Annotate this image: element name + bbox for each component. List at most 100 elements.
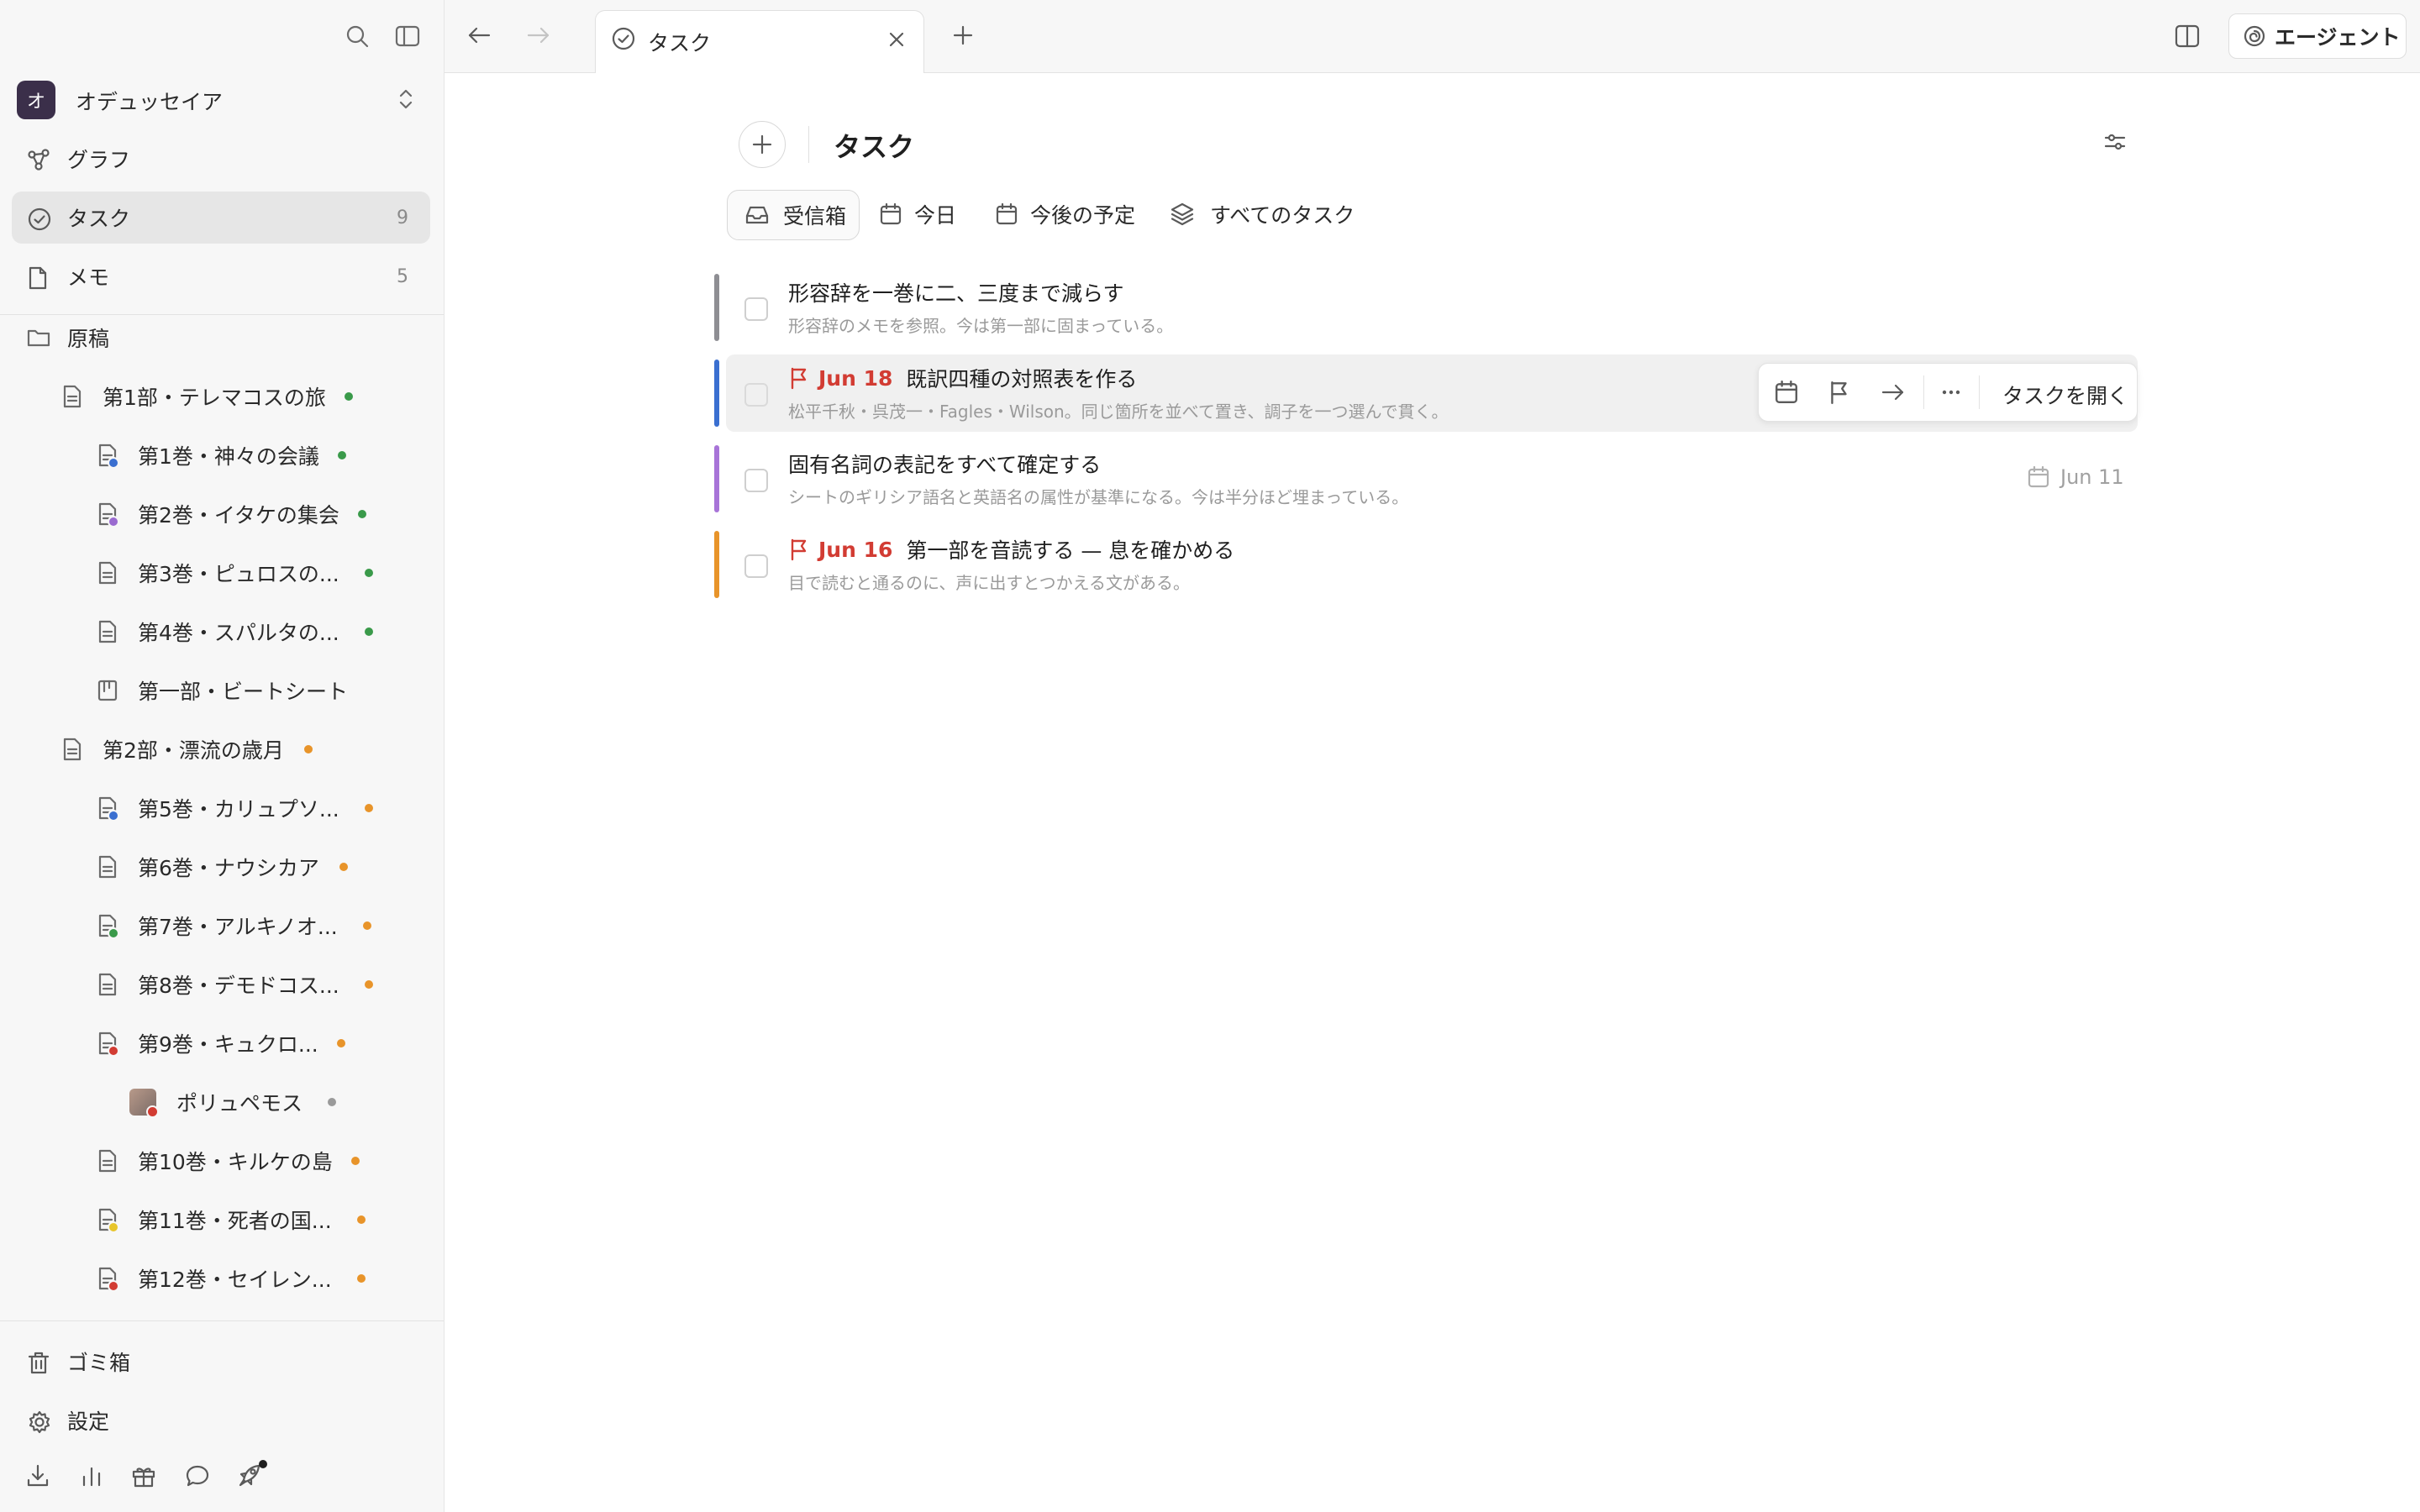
- nav-notes[interactable]: メモ 5: [12, 250, 430, 302]
- tree-item[interactable]: 第12巻・セイレン...: [97, 1257, 366, 1299]
- status-dot: [364, 804, 373, 812]
- folder-manuscript[interactable]: 原稿: [27, 317, 109, 359]
- tree-item[interactable]: 第1巻・神々の会議: [97, 434, 346, 476]
- stats-icon[interactable]: [79, 1463, 104, 1488]
- agent-button[interactable]: エージェント: [2228, 13, 2407, 59]
- filter-upcoming[interactable]: 今後の予定: [995, 190, 1135, 239]
- status-dot: [364, 627, 373, 636]
- calendar-icon: [995, 202, 1018, 226]
- topbar: タスク エージェント: [445, 0, 2420, 74]
- tree-item[interactable]: 第5巻・カリュプソ...: [97, 787, 373, 829]
- task-checkbox[interactable]: [744, 554, 768, 578]
- nav-trash[interactable]: ゴミ箱: [12, 1336, 430, 1388]
- tree-item-label: 第4巻・スパルタの...: [138, 621, 339, 645]
- add-task-button[interactable]: [739, 121, 786, 168]
- check-circle-icon: [611, 26, 636, 51]
- tree-item-label: 第5巻・カリュプソ...: [138, 797, 339, 822]
- tree-item-label: ポリュペモス: [176, 1091, 303, 1116]
- filter-inbox[interactable]: 受信箱: [727, 190, 860, 240]
- task-row[interactable]: Jun 16 第一部を音読する — 息を確かめる 目で読むと通るのに、声に出すと…: [714, 526, 2138, 601]
- document-icon: [97, 973, 118, 996]
- calendar-icon[interactable]: [1774, 380, 1799, 405]
- close-icon[interactable]: [886, 29, 907, 50]
- tree-item[interactable]: 第1部・テレマコスの旅: [62, 375, 353, 417]
- task-row[interactable]: 形容辞を一巻に二、三度まで減らす 形容辞のメモを参照。今は第一部に固まっている。: [714, 269, 2138, 344]
- tree-item[interactable]: 第一部・ビートシート: [97, 669, 348, 711]
- chat-icon[interactable]: [185, 1463, 210, 1488]
- new-tab-icon[interactable]: [950, 23, 976, 48]
- document-icon: [97, 855, 118, 879]
- task-title: 形容辞を一巻に二、三度まで減らす: [788, 281, 1124, 306]
- task-checkbox[interactable]: [744, 469, 768, 492]
- tree-item-label: 第3巻・ピュロスの...: [138, 562, 339, 586]
- nav-tasks[interactable]: タスク 9: [12, 192, 430, 244]
- gift-icon[interactable]: [131, 1463, 156, 1488]
- tree-item[interactable]: 第7巻・アルキノオ...: [97, 905, 371, 947]
- filter-all[interactable]: すべてのタスク: [1170, 190, 1355, 239]
- nav-label: ゴミ箱: [67, 1351, 131, 1375]
- rocket-icon[interactable]: [237, 1460, 267, 1488]
- tree-item-label: 第7巻・アルキノオ...: [138, 915, 338, 939]
- task-hover-toolbar: タスクを開く: [1758, 363, 2138, 422]
- status-dot: [336, 1039, 345, 1047]
- workspace-switcher[interactable]: オ オデュッセイア: [12, 77, 430, 121]
- tree-item[interactable]: 第3巻・ピュロスの...: [97, 552, 373, 594]
- tree-item-label: 第1巻・神々の会議: [138, 444, 319, 469]
- task-date: Jun 18: [818, 365, 893, 391]
- filter-label: 今日: [914, 203, 957, 228]
- download-icon[interactable]: [25, 1463, 50, 1488]
- document-icon: [97, 620, 118, 643]
- tree-item[interactable]: 第2部・漂流の歳月: [62, 728, 313, 770]
- tree-item[interactable]: 第11巻・死者の国...: [97, 1199, 366, 1241]
- flag-icon[interactable]: [1828, 380, 1851, 405]
- due-date-label: Jun 11: [2060, 465, 2124, 489]
- divider: [0, 1320, 444, 1321]
- move-arrow-icon[interactable]: [1880, 380, 1907, 405]
- sidebar: オ オデュッセイア グラフ タスク 9 メモ 5 原稿 第1部・テレマコスの旅 …: [0, 0, 445, 1512]
- document-icon: [62, 385, 82, 408]
- agent-icon: [2243, 24, 2266, 48]
- task-description: 松平千秋・呉茂一・Fagles・Wilson。同じ箇所を並べて置き、調子を一つ選…: [788, 402, 1449, 422]
- count-badge: 5: [397, 265, 408, 287]
- nav-settings[interactable]: 設定: [12, 1394, 430, 1446]
- task-title-row: Jun 16 第一部を音読する — 息を確かめる: [788, 534, 1234, 564]
- layers-icon: [1170, 202, 1195, 227]
- forward-arrow-icon[interactable]: [525, 23, 552, 48]
- open-task-button[interactable]: タスクを開く: [2002, 380, 2128, 410]
- tab-tasks[interactable]: タスク: [595, 10, 924, 74]
- back-arrow-icon[interactable]: [466, 23, 492, 48]
- tree-item[interactable]: 第4巻・スパルタの...: [97, 611, 373, 653]
- tree-item-label: 第1部・テレマコスの旅: [103, 386, 326, 410]
- beat-sheet-icon: [97, 680, 118, 701]
- notification-dot: [259, 1460, 267, 1468]
- tree-item-label: 第11巻・死者の国...: [138, 1209, 332, 1233]
- calendar-icon: [2027, 465, 2050, 489]
- filter-settings-icon[interactable]: [2102, 129, 2128, 155]
- task-checkbox[interactable]: [744, 383, 768, 407]
- tree-item[interactable]: 第8巻・デモドコス...: [97, 963, 373, 1005]
- status-dot: [350, 1157, 360, 1165]
- more-icon[interactable]: [1939, 380, 1964, 405]
- tree-item[interactable]: ポリュペモス: [129, 1081, 337, 1123]
- nav-graph[interactable]: グラフ: [12, 133, 430, 185]
- task-row[interactable]: 固有名詞の表記をすべて確定する シートのギリシア語名と英語名の属性が基準になる。…: [714, 440, 2138, 516]
- status-dot: [356, 1215, 366, 1224]
- agent-label: エージェント: [2275, 25, 2401, 50]
- gear-icon: [27, 1410, 52, 1435]
- character-avatar: [129, 1089, 159, 1118]
- filter-today[interactable]: 今日: [879, 190, 956, 239]
- tree-item-label: 第8巻・デモドコス...: [138, 974, 339, 998]
- status-dot: [328, 1098, 337, 1106]
- search-icon[interactable]: [345, 24, 370, 49]
- tree-item-label: 第10巻・キルケの島: [138, 1150, 333, 1174]
- tree-item[interactable]: 第10巻・キルケの島: [97, 1140, 360, 1182]
- split-view-icon[interactable]: [2175, 24, 2200, 48]
- plus-icon: [752, 134, 772, 155]
- tree-item[interactable]: 第6巻・ナウシカア: [97, 846, 348, 888]
- task-checkbox[interactable]: [744, 297, 768, 321]
- sidebar-toggle-icon[interactable]: [395, 25, 420, 47]
- status-dot: [356, 1274, 366, 1283]
- task-accent-bar: [714, 274, 719, 341]
- tree-item[interactable]: 第9巻・キュクロ...: [97, 1022, 345, 1064]
- tree-item[interactable]: 第2巻・イタケの集会: [97, 493, 366, 535]
